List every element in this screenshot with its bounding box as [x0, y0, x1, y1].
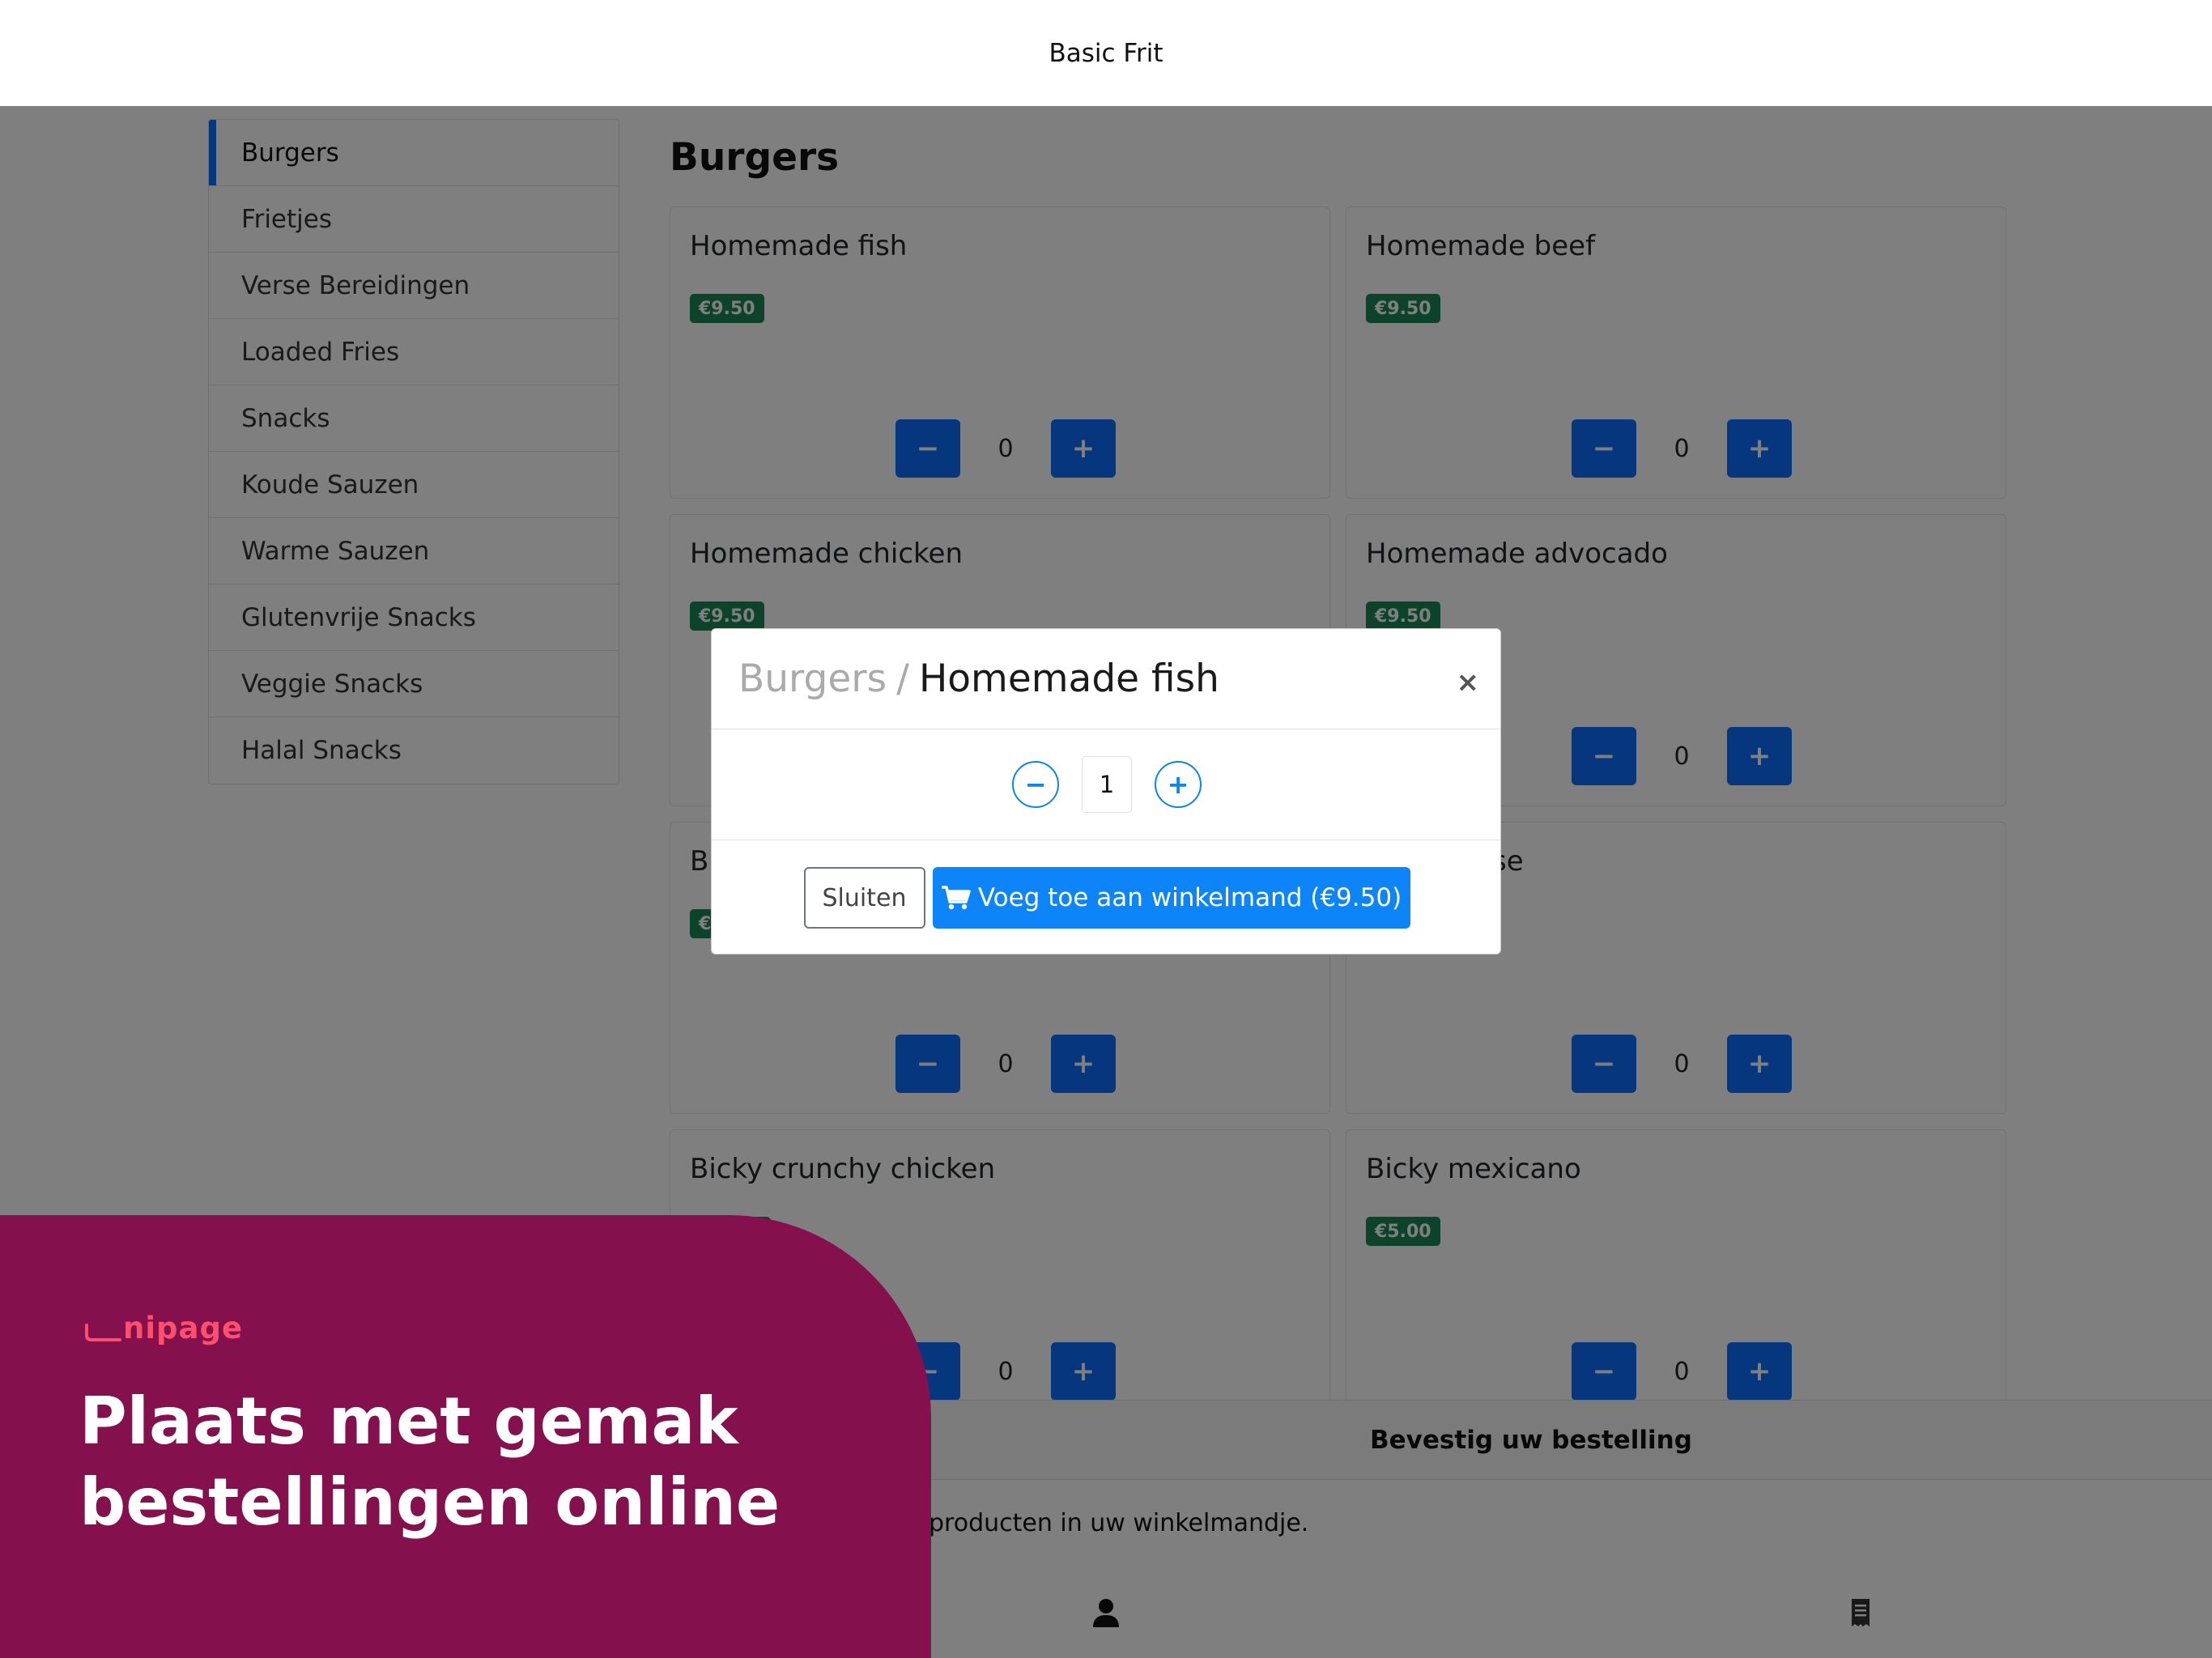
- add-to-cart-label: Voeg toe aan winkelmand (€9.50): [977, 883, 1402, 912]
- app-title: Basic Frit: [1049, 38, 1163, 68]
- cart-icon: [941, 886, 971, 910]
- app-header: Basic Frit: [0, 0, 2212, 106]
- modal-breadcrumb-category[interactable]: Burgers: [738, 657, 887, 701]
- modal-footer: Sluiten Voeg toe aan winkelmand (€9.50): [712, 840, 1500, 954]
- modal-product-title: Homemade fish: [918, 657, 1219, 701]
- modal-quantity-selector: − 1 +: [712, 729, 1500, 840]
- close-icon[interactable]: ×: [1457, 666, 1480, 699]
- modal-increase-button[interactable]: +: [1155, 761, 1202, 808]
- add-to-cart-button[interactable]: Voeg toe aan winkelmand (€9.50): [932, 867, 1410, 929]
- product-modal: Burgers / Homemade fish × − 1 + Sluiten Vo…: [711, 628, 1501, 954]
- modal-header: Burgers / Homemade fish ×: [712, 629, 1500, 729]
- breadcrumb-separator: /: [896, 657, 909, 701]
- brand-logo-icon: [85, 1324, 121, 1341]
- modal-title: Burgers / Homemade fish: [738, 657, 1219, 701]
- brand-name: nipage: [123, 1311, 244, 1346]
- modal-quantity-value[interactable]: 1: [1082, 756, 1132, 813]
- promo-banner: nipage Plaats met gemak bestellingen onl…: [0, 1215, 931, 1658]
- promo-line-2: bestellingen online: [79, 1465, 781, 1540]
- promo-headline: Plaats met gemak bestellingen online: [79, 1381, 780, 1543]
- promo-line-1: Plaats met gemak: [79, 1384, 738, 1459]
- close-button[interactable]: Sluiten: [803, 867, 925, 929]
- modal-decrease-button[interactable]: −: [1012, 761, 1059, 808]
